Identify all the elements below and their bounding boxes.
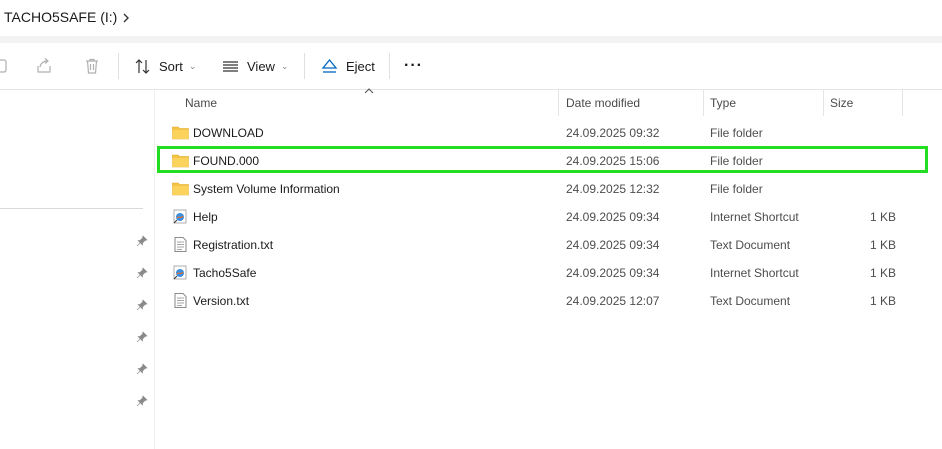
file-type: File folder [710, 182, 763, 196]
view-button[interactable]: View ⌄ [222, 51, 289, 81]
folder-icon [172, 182, 189, 196]
file-type: Text Document [710, 294, 791, 308]
column-resize-handle[interactable] [823, 90, 824, 116]
file-row-help[interactable]: Help 24.09.2025 09:34 Internet Shortcut … [160, 203, 930, 231]
internet-shortcut-icon [173, 209, 187, 224]
file-date: 24.09.2025 09:34 [566, 210, 660, 224]
highlight-box [157, 146, 928, 173]
toolbar-separator [389, 53, 390, 79]
view-label: View [247, 58, 275, 74]
column-resize-handle[interactable] [902, 90, 903, 116]
text-document-icon [174, 293, 187, 308]
eject-button[interactable]: Eject [321, 51, 375, 81]
pin-icon[interactable] [136, 395, 148, 407]
pin-icon[interactable] [136, 331, 148, 343]
file-size: 1 KB [869, 238, 896, 252]
toolbar-separator [118, 53, 119, 79]
pin-icon[interactable] [136, 267, 148, 279]
file-row-tacho5safe[interactable]: Tacho5Safe 24.09.2025 09:34 Internet Sho… [160, 259, 930, 287]
file-name: System Volume Information [193, 182, 340, 196]
pin-icon[interactable] [136, 235, 148, 247]
chevron-down-icon: ⌄ [280, 60, 289, 71]
file-date: 24.09.2025 12:32 [566, 182, 660, 196]
sort-button[interactable]: Sort ⌄ [134, 51, 196, 81]
file-size: 1 KB [869, 266, 896, 280]
internet-shortcut-icon [173, 265, 187, 280]
address-path[interactable]: TACHO5SAFE (I:) [4, 9, 117, 25]
pin-icon[interactable] [136, 363, 148, 375]
file-name: Help [193, 210, 218, 224]
file-date: 24.09.2025 09:34 [566, 238, 660, 252]
file-type: Text Document [710, 238, 791, 252]
sort-label: Sort [159, 58, 183, 74]
navigation-pane[interactable] [0, 90, 154, 449]
column-resize-handle[interactable] [703, 90, 704, 116]
share-icon[interactable] [35, 57, 53, 75]
file-date: 24.09.2025 12:07 [566, 294, 660, 308]
file-date: 24.09.2025 09:34 [566, 266, 660, 280]
delete-icon[interactable] [83, 57, 101, 75]
nav-divider [0, 208, 143, 209]
view-icon [223, 60, 238, 72]
column-header-date[interactable]: Date modified [566, 96, 640, 110]
address-divider [0, 36, 942, 43]
column-header-name[interactable]: Name [185, 96, 217, 110]
chevron-down-icon: ⌄ [188, 60, 197, 71]
command-bar: Sort ⌄ View ⌄ Eject ··· [0, 43, 942, 90]
text-document-icon [174, 237, 187, 252]
eject-label: Eject [346, 58, 375, 74]
column-header-row: Name Date modified Type Size [160, 90, 903, 116]
file-type: Internet Shortcut [710, 210, 799, 224]
file-row-system-volume-information[interactable]: System Volume Information 24.09.2025 12:… [160, 175, 930, 203]
file-date: 24.09.2025 09:32 [566, 126, 660, 140]
file-name: DOWNLOAD [193, 126, 264, 140]
file-name: Tacho5Safe [193, 266, 257, 280]
eject-icon [321, 58, 338, 73]
file-type: Internet Shortcut [710, 266, 799, 280]
chevron-right-icon[interactable] [120, 9, 132, 27]
file-name: Version.txt [193, 294, 250, 308]
file-name: Registration.txt [193, 238, 274, 252]
rename-icon[interactable] [0, 57, 10, 75]
sort-icon [135, 58, 150, 74]
file-size: 1 KB [869, 294, 896, 308]
column-header-type[interactable]: Type [710, 96, 736, 110]
address-bar[interactable]: TACHO5SAFE (I:) [0, 0, 942, 36]
pin-icon[interactable] [136, 299, 148, 311]
toolbar-separator [304, 53, 305, 79]
more-options-button[interactable]: ··· [404, 51, 423, 81]
folder-icon [172, 126, 189, 140]
column-resize-handle[interactable] [558, 90, 559, 116]
file-row-registration-txt[interactable]: Registration.txt 24.09.2025 09:34 Text D… [160, 231, 930, 259]
file-size: 1 KB [869, 210, 896, 224]
file-type: File folder [710, 126, 763, 140]
column-header-size[interactable]: Size [830, 96, 853, 110]
pane-divider[interactable] [154, 90, 155, 449]
more-icon: ··· [404, 57, 423, 74]
file-row-version-txt[interactable]: Version.txt 24.09.2025 12:07 Text Docume… [160, 287, 930, 315]
file-row-download[interactable]: DOWNLOAD 24.09.2025 09:32 File folder [160, 119, 930, 147]
